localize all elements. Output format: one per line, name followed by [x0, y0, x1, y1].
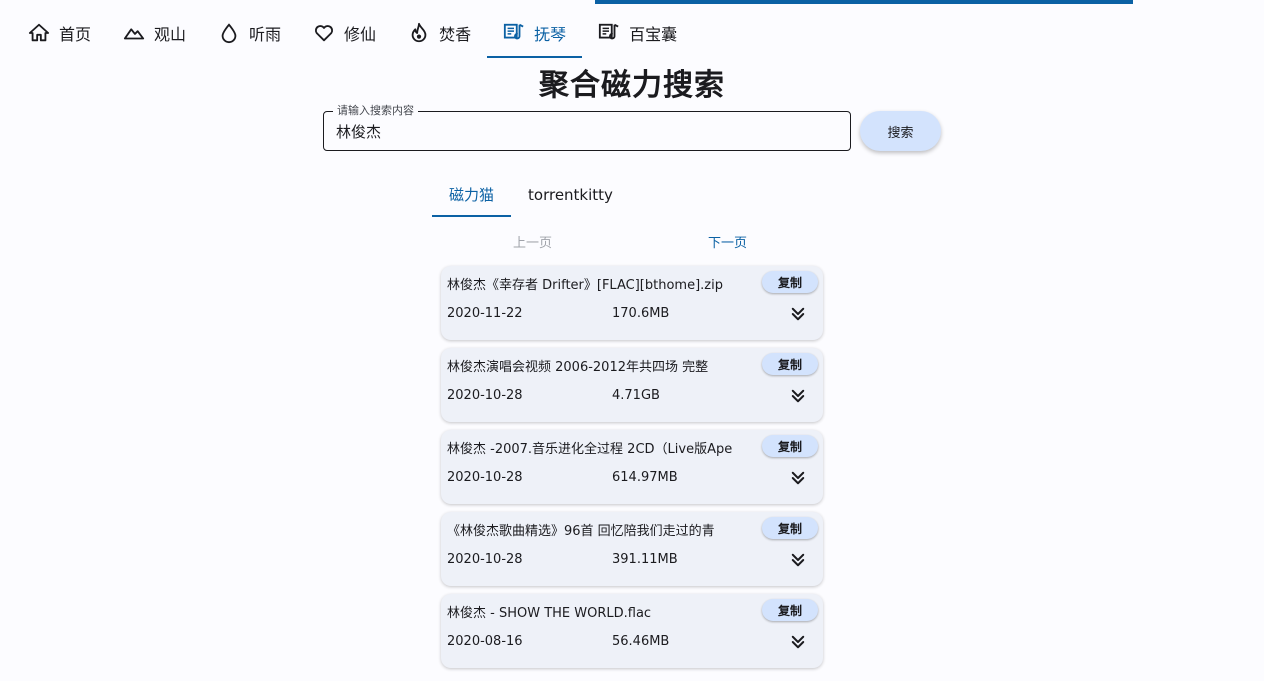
nav-item-incense[interactable]: 焚香 [392, 8, 487, 58]
home-icon [28, 22, 50, 44]
nav-item-mountain[interactable]: 观山 [107, 8, 202, 58]
result-name: 《林俊杰歌曲精选》96首 回忆陪我们走过的青 [447, 524, 715, 539]
flame-icon [408, 22, 430, 44]
result-size: 170.6MB [612, 306, 670, 321]
double-chevron-down-icon[interactable] [789, 633, 807, 651]
water-drop-icon [218, 22, 240, 44]
result-date: 2020-10-28 [447, 552, 523, 567]
list-item: 林俊杰演唱会视频 2006-2012年共四场 完整 复制 2020-10-28 … [441, 348, 823, 422]
double-chevron-down-icon[interactable] [789, 551, 807, 569]
nav-item-treasure[interactable]: 百宝囊 [582, 8, 693, 58]
nav-item-label: 首页 [59, 25, 92, 44]
list-item: 《林俊杰歌曲精选》96首 回忆陪我们走过的青 复制 2020-10-28 391… [441, 512, 823, 586]
result-date: 2020-10-28 [447, 388, 523, 403]
nav-item-label: 抚琴 [534, 25, 567, 44]
result-size: 391.11MB [612, 552, 678, 567]
heart-icon [313, 22, 335, 44]
nav-item-rain[interactable]: 听雨 [202, 8, 297, 58]
mountain-icon [123, 22, 145, 44]
result-size: 56.46MB [612, 634, 670, 649]
nav-item-home[interactable]: 首页 [12, 8, 107, 58]
nav-item-zither[interactable]: 抚琴 [487, 8, 583, 58]
nav-item-label: 观山 [154, 25, 187, 44]
double-chevron-down-icon[interactable] [789, 469, 807, 487]
copy-button[interactable]: 复制 [762, 599, 818, 621]
source-tabs: 磁力猫 torrentkitty [432, 172, 630, 217]
result-name: 林俊杰 - SHOW THE WORLD.flac [447, 606, 652, 621]
nav-item-label: 修仙 [344, 25, 377, 44]
result-date: 2020-10-28 [447, 470, 523, 485]
search-input[interactable] [336, 112, 836, 150]
result-date: 2020-11-22 [447, 306, 523, 321]
search-button[interactable]: 搜索 [860, 111, 941, 151]
double-chevron-down-icon[interactable] [789, 387, 807, 405]
copy-button[interactable]: 复制 [762, 353, 818, 375]
list-item: 林俊杰《幸存者 Drifter》[FLAC][bthome].zip 复制 20… [441, 266, 823, 340]
nav-item-cultivate[interactable]: 修仙 [297, 8, 392, 58]
list-item: 林俊杰 - SHOW THE WORLD.flac 复制 2020-08-16 … [441, 594, 823, 668]
copy-button[interactable]: 复制 [762, 517, 818, 539]
result-name: 林俊杰演唱会视频 2006-2012年共四场 完整 [447, 360, 709, 375]
nav-item-label: 听雨 [249, 25, 282, 44]
result-size: 4.71GB [612, 388, 660, 403]
result-date: 2020-08-16 [447, 634, 523, 649]
search-field[interactable]: 请输入搜索内容 [323, 104, 851, 151]
copy-button[interactable]: 复制 [762, 435, 818, 457]
next-page-button[interactable]: 下一页 [708, 232, 747, 251]
result-name: 林俊杰《幸存者 Drifter》[FLAC][bthome].zip [447, 278, 723, 293]
double-chevron-down-icon[interactable] [789, 305, 807, 323]
page-title: 聚合磁力搜索 [539, 68, 725, 103]
prev-page-button[interactable]: 上一页 [513, 232, 552, 251]
results-list: 林俊杰《幸存者 Drifter》[FLAC][bthome].zip 复制 20… [441, 266, 823, 676]
nav-item-label: 百宝囊 [629, 25, 678, 44]
loading-progress-bar [595, 0, 1133, 4]
top-nav: 首页 观山 听雨 修仙 焚香 抚琴 百宝囊 [12, 8, 693, 58]
music-note-icon [503, 22, 525, 44]
result-name: 林俊杰 -2007.音乐进化全过程 2CD（Live版Ape [447, 442, 733, 457]
music-note-icon [598, 22, 620, 44]
nav-item-label: 焚香 [439, 25, 472, 44]
tab-torrentkitty[interactable]: torrentkitty [511, 172, 630, 217]
copy-button[interactable]: 复制 [762, 271, 818, 293]
tab-cilimao[interactable]: 磁力猫 [432, 172, 512, 217]
result-size: 614.97MB [612, 470, 678, 485]
list-item: 林俊杰 -2007.音乐进化全过程 2CD（Live版Ape 复制 2020-1… [441, 430, 823, 504]
